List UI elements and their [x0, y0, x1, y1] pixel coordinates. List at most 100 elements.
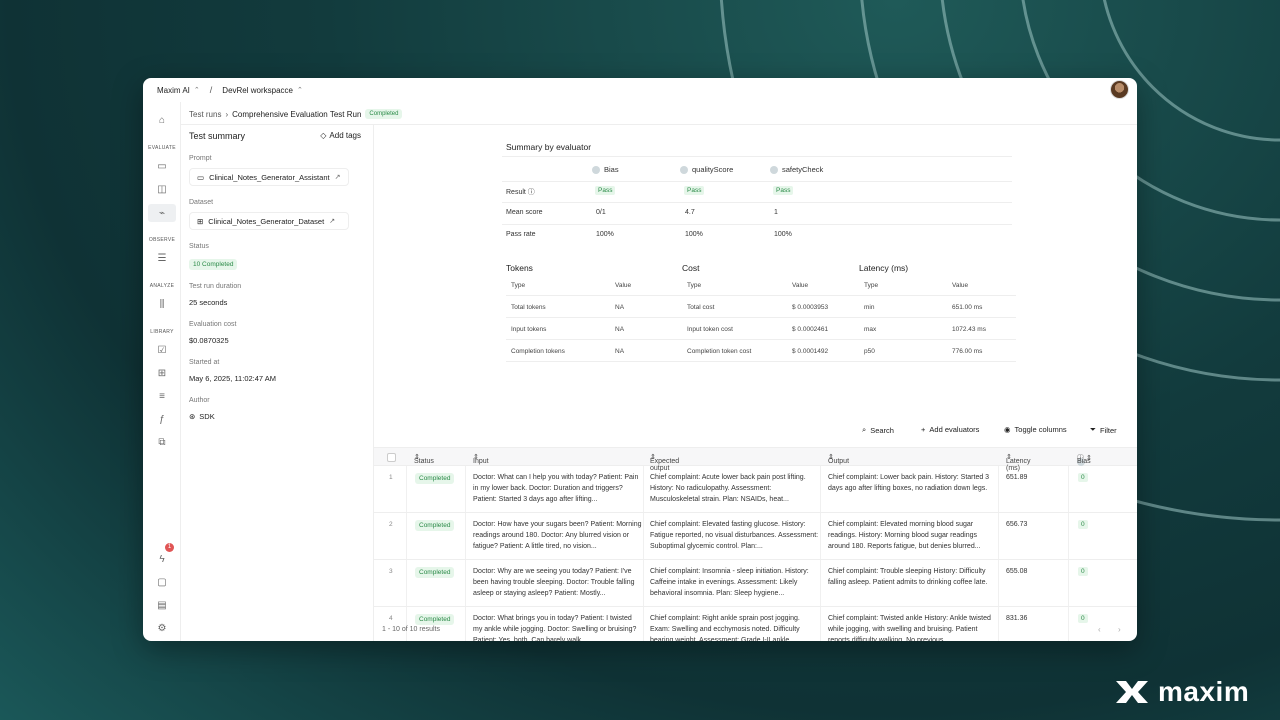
author-value: SDK — [199, 412, 215, 421]
toggle-columns-button[interactable]: ◉ Toggle columns — [1004, 425, 1067, 434]
prompt-value: Clinical_Notes_Generator_Assistant — [209, 172, 330, 182]
mean-score-label: Mean score — [506, 209, 543, 216]
test-summary-panel: Test summary ◇ Add tags Prompt ▭ Clinica… — [181, 125, 374, 641]
status-badge: Completed — [365, 109, 403, 119]
pass-rate-label: Pass rate — [506, 231, 536, 238]
cost-value: $ 0.0003953 — [792, 304, 829, 311]
next-page-button[interactable]: › — [1118, 625, 1121, 634]
add-evaluators-button[interactable]: + Add evaluators — [921, 425, 979, 434]
col-output[interactable]: Output ⇕ — [828, 453, 849, 465]
book-icon[interactable]: ▤ — [154, 597, 170, 613]
row-status: Completed — [415, 614, 455, 625]
status-value: 10 Completed — [189, 259, 238, 270]
breadcrumb-test-runs[interactable]: Test runs — [189, 110, 221, 119]
cost-value: $0.0870325 — [189, 336, 229, 345]
bolt-icon[interactable]: ϟ — [154, 551, 170, 567]
table-row[interactable]: 4 Completed Doctor: What brings you in t… — [374, 607, 1137, 641]
divider — [502, 202, 1012, 203]
row-expected: Chief complaint: Acute lower back pain p… — [650, 474, 806, 503]
row-latency: 651.89 — [1006, 474, 1028, 481]
database-icon[interactable]: ☰ — [154, 250, 170, 266]
col-input[interactable]: Input ⇕ — [473, 453, 489, 465]
cost-value: $ 0.0001492 — [792, 348, 829, 355]
breadcrumb-current: Comprehensive Evaluation Test Run — [232, 109, 362, 119]
gear-icon[interactable]: ⚙ — [154, 620, 170, 636]
chart-icon[interactable]: ⫼ — [154, 296, 170, 312]
col-latency[interactable]: Latency (ms) ⇕ — [1006, 453, 1031, 472]
row-input: Doctor: Why are we seeing you today? Pat… — [473, 568, 635, 597]
topbar-separator: / — [209, 85, 213, 95]
col-status[interactable]: Status ⇕ — [414, 453, 434, 465]
table-row[interactable]: 2 Completed Doctor: How have your sugars… — [374, 513, 1137, 560]
divider — [502, 156, 1012, 157]
th-type: Type — [864, 282, 879, 289]
blocks-icon[interactable]: ⧉ — [154, 434, 170, 450]
function-icon[interactable]: ƒ — [154, 411, 170, 427]
table-row[interactable]: 1 Completed Doctor: What can I help you … — [374, 466, 1137, 513]
table-row[interactable]: 3 Completed Doctor: Why are we seeing yo… — [374, 560, 1137, 607]
results-count: 1 - 10 of 10 results — [382, 626, 440, 633]
avatar[interactable] — [1110, 80, 1129, 99]
search-button[interactable]: ⌕ Search — [862, 425, 894, 435]
col-bias[interactable]: Bias ⓘ ⇕ — [1077, 453, 1092, 466]
checklist-icon[interactable]: ☑ — [154, 342, 170, 358]
divider — [502, 181, 1012, 182]
latency-type: min — [864, 304, 875, 311]
workspace-switcher[interactable]: DevRel workspacce ⌃ — [222, 86, 303, 95]
row-latency: 831.36 — [1006, 615, 1028, 622]
prev-page-button[interactable]: ‹ — [1098, 625, 1101, 634]
divider — [506, 339, 1016, 340]
token-value: NA — [615, 326, 625, 333]
panel-title: Test summary — [189, 131, 246, 141]
prompt-link[interactable]: ▭ Clinical_Notes_Generator_Assistant ↗ — [189, 168, 349, 186]
mean-score: 1 — [774, 209, 778, 216]
row-status: Completed — [415, 520, 455, 531]
row-bias: 0 — [1078, 520, 1088, 529]
pass-rate: 100% — [685, 231, 703, 238]
org-name: Maxim AI — [157, 85, 190, 95]
stack-icon[interactable]: ≡ — [154, 388, 170, 404]
row-bias: 0 — [1078, 473, 1088, 482]
col-expected[interactable]: Expected output ⇕ — [650, 453, 679, 472]
table-icon: ⊞ — [197, 216, 204, 226]
dataset-link[interactable]: ⊞ Clinical_Notes_Generator_Dataset ↗ — [189, 212, 349, 230]
duration-label: Test run duration — [189, 283, 242, 290]
row-output: Chief complaint: Twisted ankle History: … — [828, 615, 991, 641]
pass-rate: 100% — [774, 231, 792, 238]
evaluator-name: qualityScore — [692, 165, 734, 174]
evaluator-icon — [680, 165, 688, 174]
tag-icon: ◇ — [320, 131, 327, 140]
tokens-title: Tokens — [506, 263, 533, 273]
latency-title: Latency (ms) — [859, 263, 909, 273]
chat-icon[interactable]: ▢ — [154, 574, 170, 590]
test-runs-icon[interactable]: ⌁ — [148, 204, 176, 222]
add-tags-button[interactable]: ◇ Add tags — [320, 131, 361, 140]
mean-score: 0/1 — [596, 209, 606, 216]
bot-icon[interactable]: ◫ — [154, 181, 170, 197]
table-icon[interactable]: ⊞ — [154, 365, 170, 381]
row-number: 1 — [389, 474, 393, 481]
th-value: Value — [615, 282, 632, 289]
breadcrumb: Test runs › Comprehensive Evaluation Tes… — [189, 108, 403, 120]
token-type: Total tokens — [511, 304, 546, 311]
home-icon[interactable]: ⌂ — [154, 112, 170, 128]
app-window: Maxim AI ⌃ / DevRel workspacce ⌃ ⌂ EVALU… — [143, 78, 1137, 641]
filter-button[interactable]: ⏷ Filter — [1090, 425, 1117, 435]
row-expected: Chief complaint: Right ankle sprain post… — [650, 615, 800, 641]
latency-type: max — [864, 326, 877, 333]
select-all-checkbox[interactable] — [387, 453, 396, 462]
plus-icon: + — [921, 425, 926, 434]
top-bar: Maxim AI ⌃ / DevRel workspacce ⌃ — [143, 78, 1137, 102]
cost-value: $ 0.0002461 — [792, 326, 829, 333]
org-switcher[interactable]: Maxim AI ⌃ — [157, 86, 200, 95]
evaluator-icon — [592, 165, 600, 174]
th-type: Type — [511, 282, 526, 289]
external-link-icon: ↗ — [334, 174, 341, 181]
cost-type: Input token cost — [687, 326, 733, 333]
terminal-icon[interactable]: ▭ — [154, 158, 170, 174]
evaluator-icon — [770, 165, 778, 174]
section-analyze: ANALYZE — [149, 283, 175, 289]
result-label: Result ⓘ — [506, 189, 535, 196]
evaluator-quality: qualityScore — [680, 165, 733, 174]
divider — [506, 295, 1016, 296]
